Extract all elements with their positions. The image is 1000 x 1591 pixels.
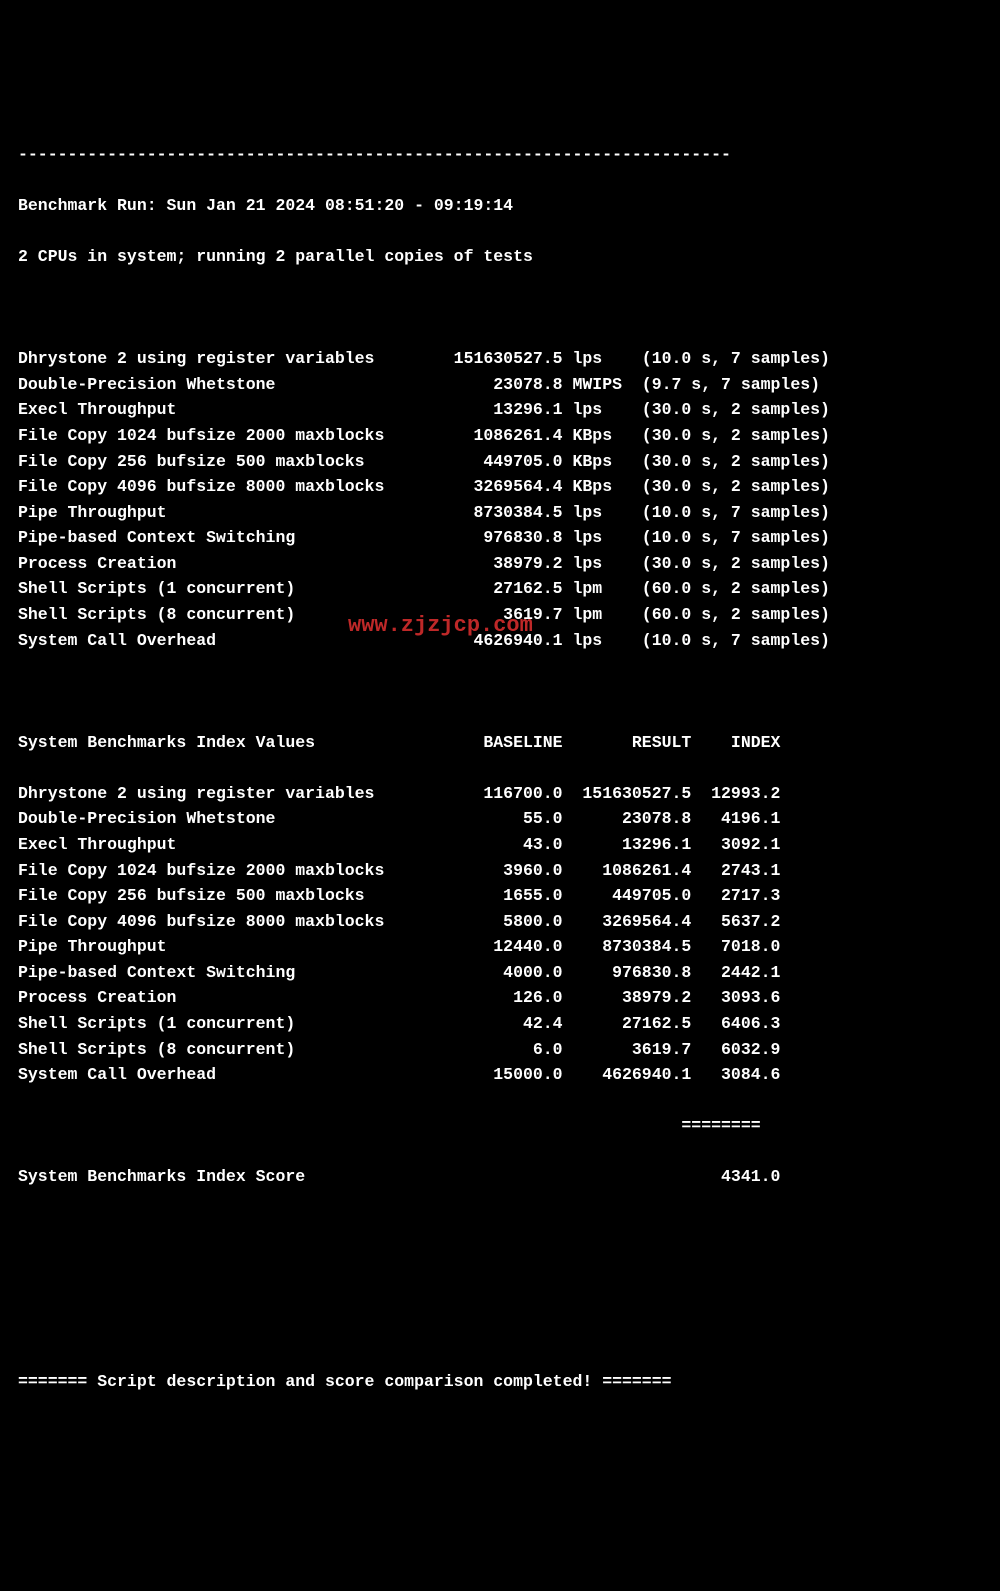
result-row: Shell Scripts (8 concurrent) 3619.7 lpm … [18, 602, 982, 628]
score-rule: ======== [18, 1113, 982, 1139]
index-row: Shell Scripts (1 concurrent) 42.4 27162.… [18, 1011, 982, 1037]
result-row: Process Creation 38979.2 lps (30.0 s, 2 … [18, 551, 982, 577]
index-row: System Call Overhead 15000.0 4626940.1 3… [18, 1062, 982, 1088]
index-score: System Benchmarks Index Score 4341.0 [18, 1164, 982, 1190]
index-row: Execl Throughput 43.0 13296.1 3092.1 [18, 832, 982, 858]
result-row: Double-Precision Whetstone 23078.8 MWIPS… [18, 372, 982, 398]
index-row: File Copy 256 bufsize 500 maxblocks 1655… [18, 883, 982, 909]
result-row: Shell Scripts (1 concurrent) 27162.5 lpm… [18, 576, 982, 602]
result-row: Pipe-based Context Switching 976830.8 lp… [18, 525, 982, 551]
index-block: Dhrystone 2 using register variables 116… [18, 781, 982, 1088]
index-row: Process Creation 126.0 38979.2 3093.6 [18, 985, 982, 1011]
index-row: Pipe Throughput 12440.0 8730384.5 7018.0 [18, 934, 982, 960]
terminal-output: ----------------------------------------… [18, 116, 982, 1445]
result-row: Execl Throughput 13296.1 lps (30.0 s, 2 … [18, 397, 982, 423]
index-row: Pipe-based Context Switching 4000.0 9768… [18, 960, 982, 986]
blank [18, 679, 982, 705]
blank [18, 295, 982, 321]
result-row: Pipe Throughput 8730384.5 lps (10.0 s, 7… [18, 500, 982, 526]
result-row: File Copy 256 bufsize 500 maxblocks 4497… [18, 449, 982, 475]
index-row: Double-Precision Whetstone 55.0 23078.8 … [18, 806, 982, 832]
dash-rule: ----------------------------------------… [18, 142, 982, 168]
blank [18, 1267, 982, 1293]
index-row: Shell Scripts (8 concurrent) 6.0 3619.7 … [18, 1037, 982, 1063]
index-row: File Copy 1024 bufsize 2000 maxblocks 39… [18, 858, 982, 884]
index-row: Dhrystone 2 using register variables 116… [18, 781, 982, 807]
index-row: File Copy 4096 bufsize 8000 maxblocks 58… [18, 909, 982, 935]
result-row: System Call Overhead 4626940.1 lps (10.0… [18, 628, 982, 654]
result-row: Dhrystone 2 using register variables 151… [18, 346, 982, 372]
benchmark-run-line: Benchmark Run: Sun Jan 21 2024 08:51:20 … [18, 193, 982, 219]
cpu-line: 2 CPUs in system; running 2 parallel cop… [18, 244, 982, 270]
footer-line: ======= Script description and score com… [18, 1369, 982, 1395]
result-row: File Copy 1024 bufsize 2000 maxblocks 10… [18, 423, 982, 449]
blank [18, 1215, 982, 1241]
results-block: Dhrystone 2 using register variables 151… [18, 346, 982, 653]
blank [18, 1318, 982, 1344]
index-header: System Benchmarks Index Values BASELINE … [18, 730, 982, 756]
result-row: File Copy 4096 bufsize 8000 maxblocks 32… [18, 474, 982, 500]
